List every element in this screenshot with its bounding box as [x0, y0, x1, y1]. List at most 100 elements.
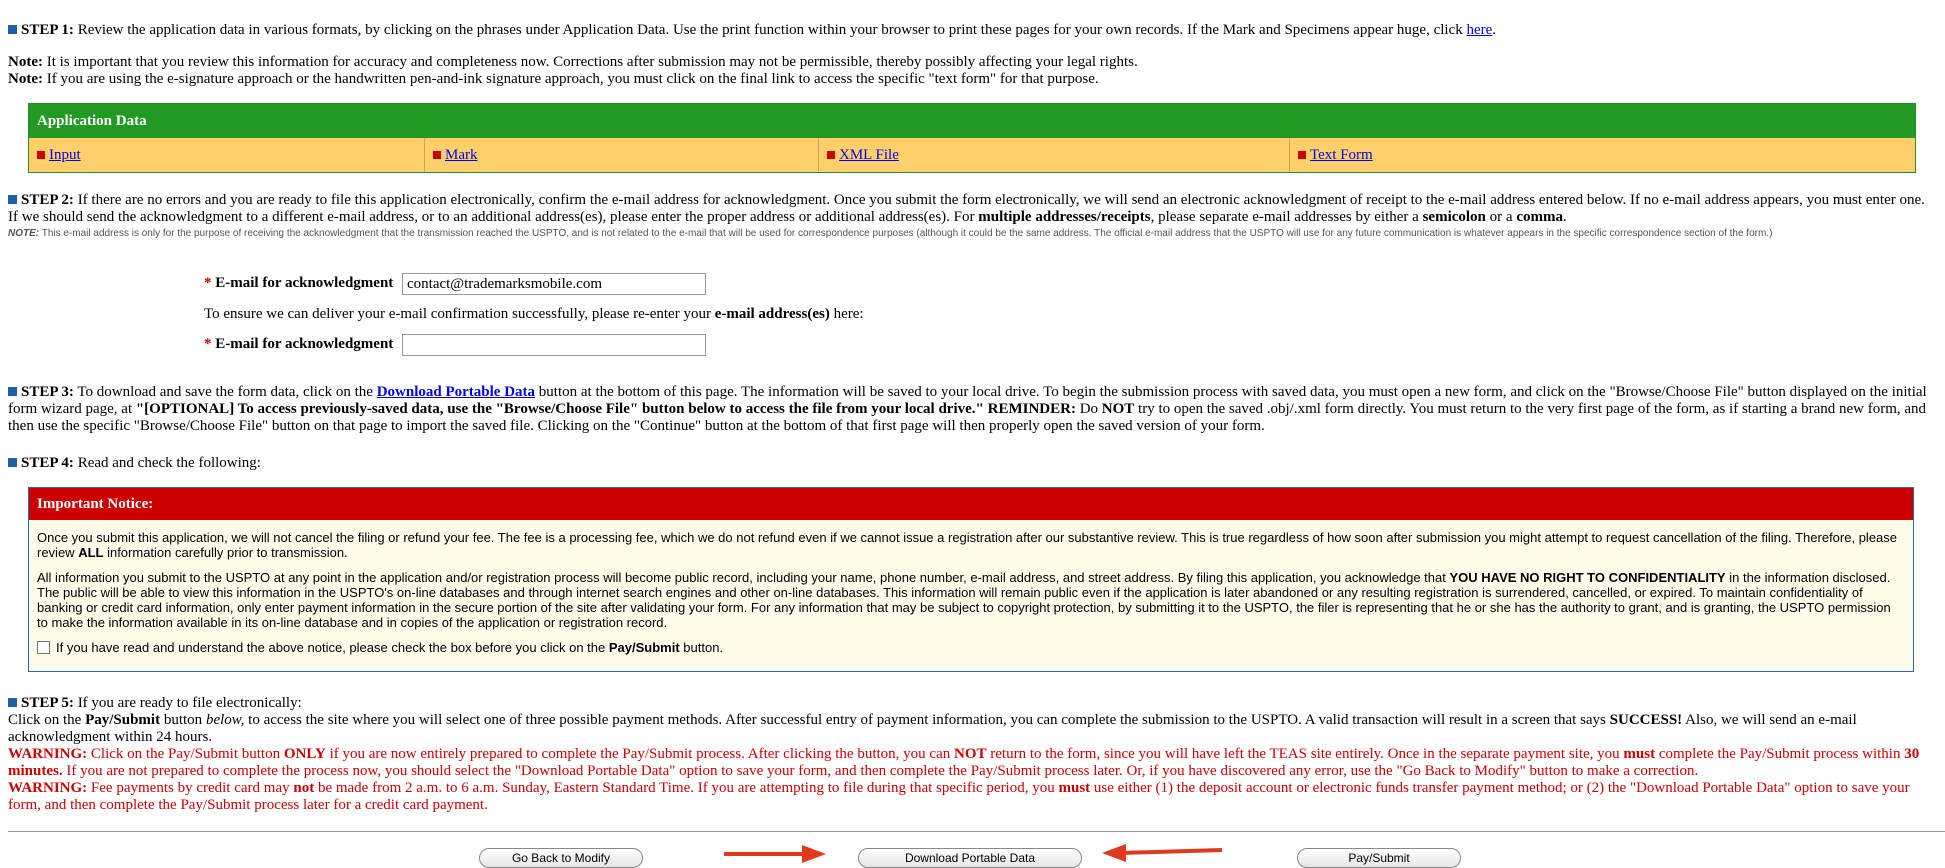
- step5-heading: STEP 5: If you are ready to file electro…: [8, 695, 1933, 712]
- pay-submit-button[interactable]: Pay/Submit: [1297, 848, 1461, 868]
- step2-text: or a: [1485, 209, 1517, 225]
- warning-bold: NOT: [953, 746, 987, 762]
- step5-label: STEP 5:: [21, 695, 74, 711]
- bullet-square-icon: [8, 195, 17, 204]
- huge-images-here-link[interactable]: here: [1466, 22, 1492, 38]
- bullet-red-square-icon: [433, 151, 441, 159]
- warning-bold: must: [1623, 746, 1656, 762]
- warning-1: WARNING: Click on the Pay/Submit button …: [8, 746, 1933, 780]
- xml-file-link[interactable]: XML File: [839, 147, 899, 163]
- reenter-bold: e-mail address(es): [714, 306, 830, 322]
- right-arrow-icon: [724, 845, 826, 863]
- bullet-square-icon: [8, 387, 17, 396]
- download-portable-data-link[interactable]: Download Portable Data: [377, 384, 535, 400]
- step2-label: STEP 2:: [21, 192, 74, 208]
- notice-acknowledge-row: If you have read and understand the abov…: [37, 640, 1903, 655]
- reenter-end: here:: [829, 306, 864, 322]
- application-data-links-row: Input Mark XML File Text Form: [29, 138, 1915, 172]
- step1-text: Review the application data in various f…: [73, 22, 1467, 38]
- required-asterisk: *: [204, 336, 212, 352]
- step2-bold-multiple: multiple addresses/receipts: [978, 209, 1151, 225]
- warning-bold: not: [293, 780, 315, 796]
- email-label-text: E-mail for acknowledgment: [215, 275, 394, 291]
- email-confirm-label-text: E-mail for acknowledgment: [215, 336, 394, 352]
- step5-bold-paysubmit: Pay/Submit: [85, 712, 161, 728]
- step2-note-text: This e-mail address is only for the purp…: [39, 228, 1773, 239]
- warning-text: if you are now entirely prepared to comp…: [325, 746, 954, 762]
- step1-end: .: [1492, 22, 1497, 38]
- bullet-red-square-icon: [1298, 151, 1306, 159]
- download-portable-data-button[interactable]: Download Portable Data: [858, 848, 1082, 868]
- notice-p1-bold: ALL: [78, 545, 104, 560]
- note-2-text: If you are using the e-signature approac…: [42, 71, 1099, 87]
- acknowledge-bold: Pay/Submit: [608, 640, 680, 655]
- app-data-cell-input: Input: [29, 138, 425, 172]
- step3-text: To download and save the form data, clic…: [73, 384, 377, 400]
- warning-text: Click on the Pay/Submit button: [87, 746, 284, 762]
- step5-line: Click on the: [8, 712, 86, 728]
- note-label: Note:: [8, 71, 43, 87]
- note-2: Note: If you are using the e-signature a…: [8, 71, 1933, 88]
- email-acknowledgment-input[interactable]: [402, 273, 706, 295]
- note-label: Note:: [8, 54, 43, 70]
- important-notice-body: Once you submit this application, we wil…: [29, 520, 1913, 655]
- app-data-cell-mark: Mark: [425, 138, 819, 172]
- warning-text: be made from 2 a.m. to 6 a.m. Sunday, Ea…: [314, 780, 1059, 796]
- teas-validation-page: STEP 1: Review the application data in v…: [0, 0, 1945, 868]
- input-link[interactable]: Input: [49, 147, 81, 163]
- bullet-square-icon: [8, 25, 17, 34]
- warning-text: return to the form, since you will have …: [986, 746, 1624, 762]
- step5-text: If you are ready to file electronically:: [73, 695, 302, 711]
- notice-p1-text-end: information carefully prior to transmiss…: [103, 545, 348, 560]
- application-data-header: Application Data: [29, 104, 1915, 138]
- mark-link[interactable]: Mark: [445, 147, 478, 163]
- notice-paragraph-1: Once you submit this application, we wil…: [37, 530, 1903, 560]
- go-back-to-modify-button[interactable]: Go Back to Modify: [479, 848, 643, 868]
- acknowledge-text-end: button.: [679, 640, 724, 655]
- step2-bold-comma: comma: [1516, 209, 1563, 225]
- reenter-email-instruction: To ensure we can deliver your e-mail con…: [204, 306, 1933, 323]
- warning-text: complete the Pay/Submit process within: [1655, 746, 1905, 762]
- step3-label: STEP 3:: [21, 384, 74, 400]
- warning-2: WARNING: Fee payments by credit card may…: [8, 780, 1933, 814]
- warning-text: If you are not prepared to complete the …: [62, 763, 1699, 779]
- step2-bold-semicolon: semicolon: [1422, 209, 1486, 225]
- step2-paragraph: STEP 2: If there are no errors and you a…: [8, 192, 1933, 226]
- reenter-text: To ensure we can deliver your e-mail con…: [204, 306, 715, 322]
- important-notice-box: Important Notice: Once you submit this a…: [28, 487, 1914, 672]
- email-confirm-label: * E-mail for acknowledgment: [204, 336, 393, 353]
- required-asterisk: *: [204, 275, 212, 291]
- app-data-cell-xml: XML File: [819, 138, 1290, 172]
- step3-bold-not: NOT: [1101, 401, 1135, 417]
- notice-p2-bold: YOU HAVE NO RIGHT TO CONFIDENTIALITY: [1449, 570, 1726, 585]
- note-1: Note: It is important that you review th…: [8, 54, 1933, 71]
- step5-bold-success: SUCCESS!: [1609, 712, 1683, 728]
- app-data-cell-text-form: Text Form: [1290, 138, 1913, 172]
- step2-note: NOTE: This e-mail address is only for th…: [8, 228, 1933, 240]
- email-label: * E-mail for acknowledgment: [204, 275, 393, 292]
- step4-label: STEP 4:: [21, 455, 74, 471]
- step5-paragraph: STEP 5: If you are ready to file electro…: [8, 695, 1933, 814]
- warning-bold: ONLY: [283, 746, 326, 762]
- note-1-text: It is important that you review this inf…: [42, 54, 1138, 70]
- step3-paragraph: STEP 3: To download and save the form da…: [8, 384, 1933, 435]
- bullet-red-square-icon: [37, 151, 45, 159]
- step5-line: to access the site where you will select…: [244, 712, 1610, 728]
- step4-paragraph: STEP 4: Read and check the following:: [8, 455, 1933, 472]
- step2-note-label: NOTE:: [8, 228, 40, 239]
- acknowledge-notice-checkbox[interactable]: [37, 641, 50, 654]
- bullet-square-icon: [8, 458, 17, 467]
- acknowledge-text: If you have read and understand the abov…: [56, 640, 609, 655]
- step5-italic-below: below,: [205, 712, 245, 728]
- notice-paragraph-2: All information you submit to the USPTO …: [37, 570, 1903, 630]
- step4-text: Read and check the following:: [73, 455, 261, 471]
- warning-label: WARNING:: [8, 746, 88, 762]
- notice-p2-text: All information you submit to the USPTO …: [37, 570, 1450, 585]
- email-acknowledgment-confirm-input[interactable]: [402, 334, 706, 356]
- divider: [8, 831, 1945, 832]
- step2-text: , please separate e-mail addresses by ei…: [1150, 209, 1423, 225]
- left-arrow-icon: [1102, 844, 1223, 862]
- step5-line: button: [160, 712, 206, 728]
- text-form-link[interactable]: Text Form: [1310, 147, 1373, 163]
- step1-paragraph: STEP 1: Review the application data in v…: [8, 22, 1933, 39]
